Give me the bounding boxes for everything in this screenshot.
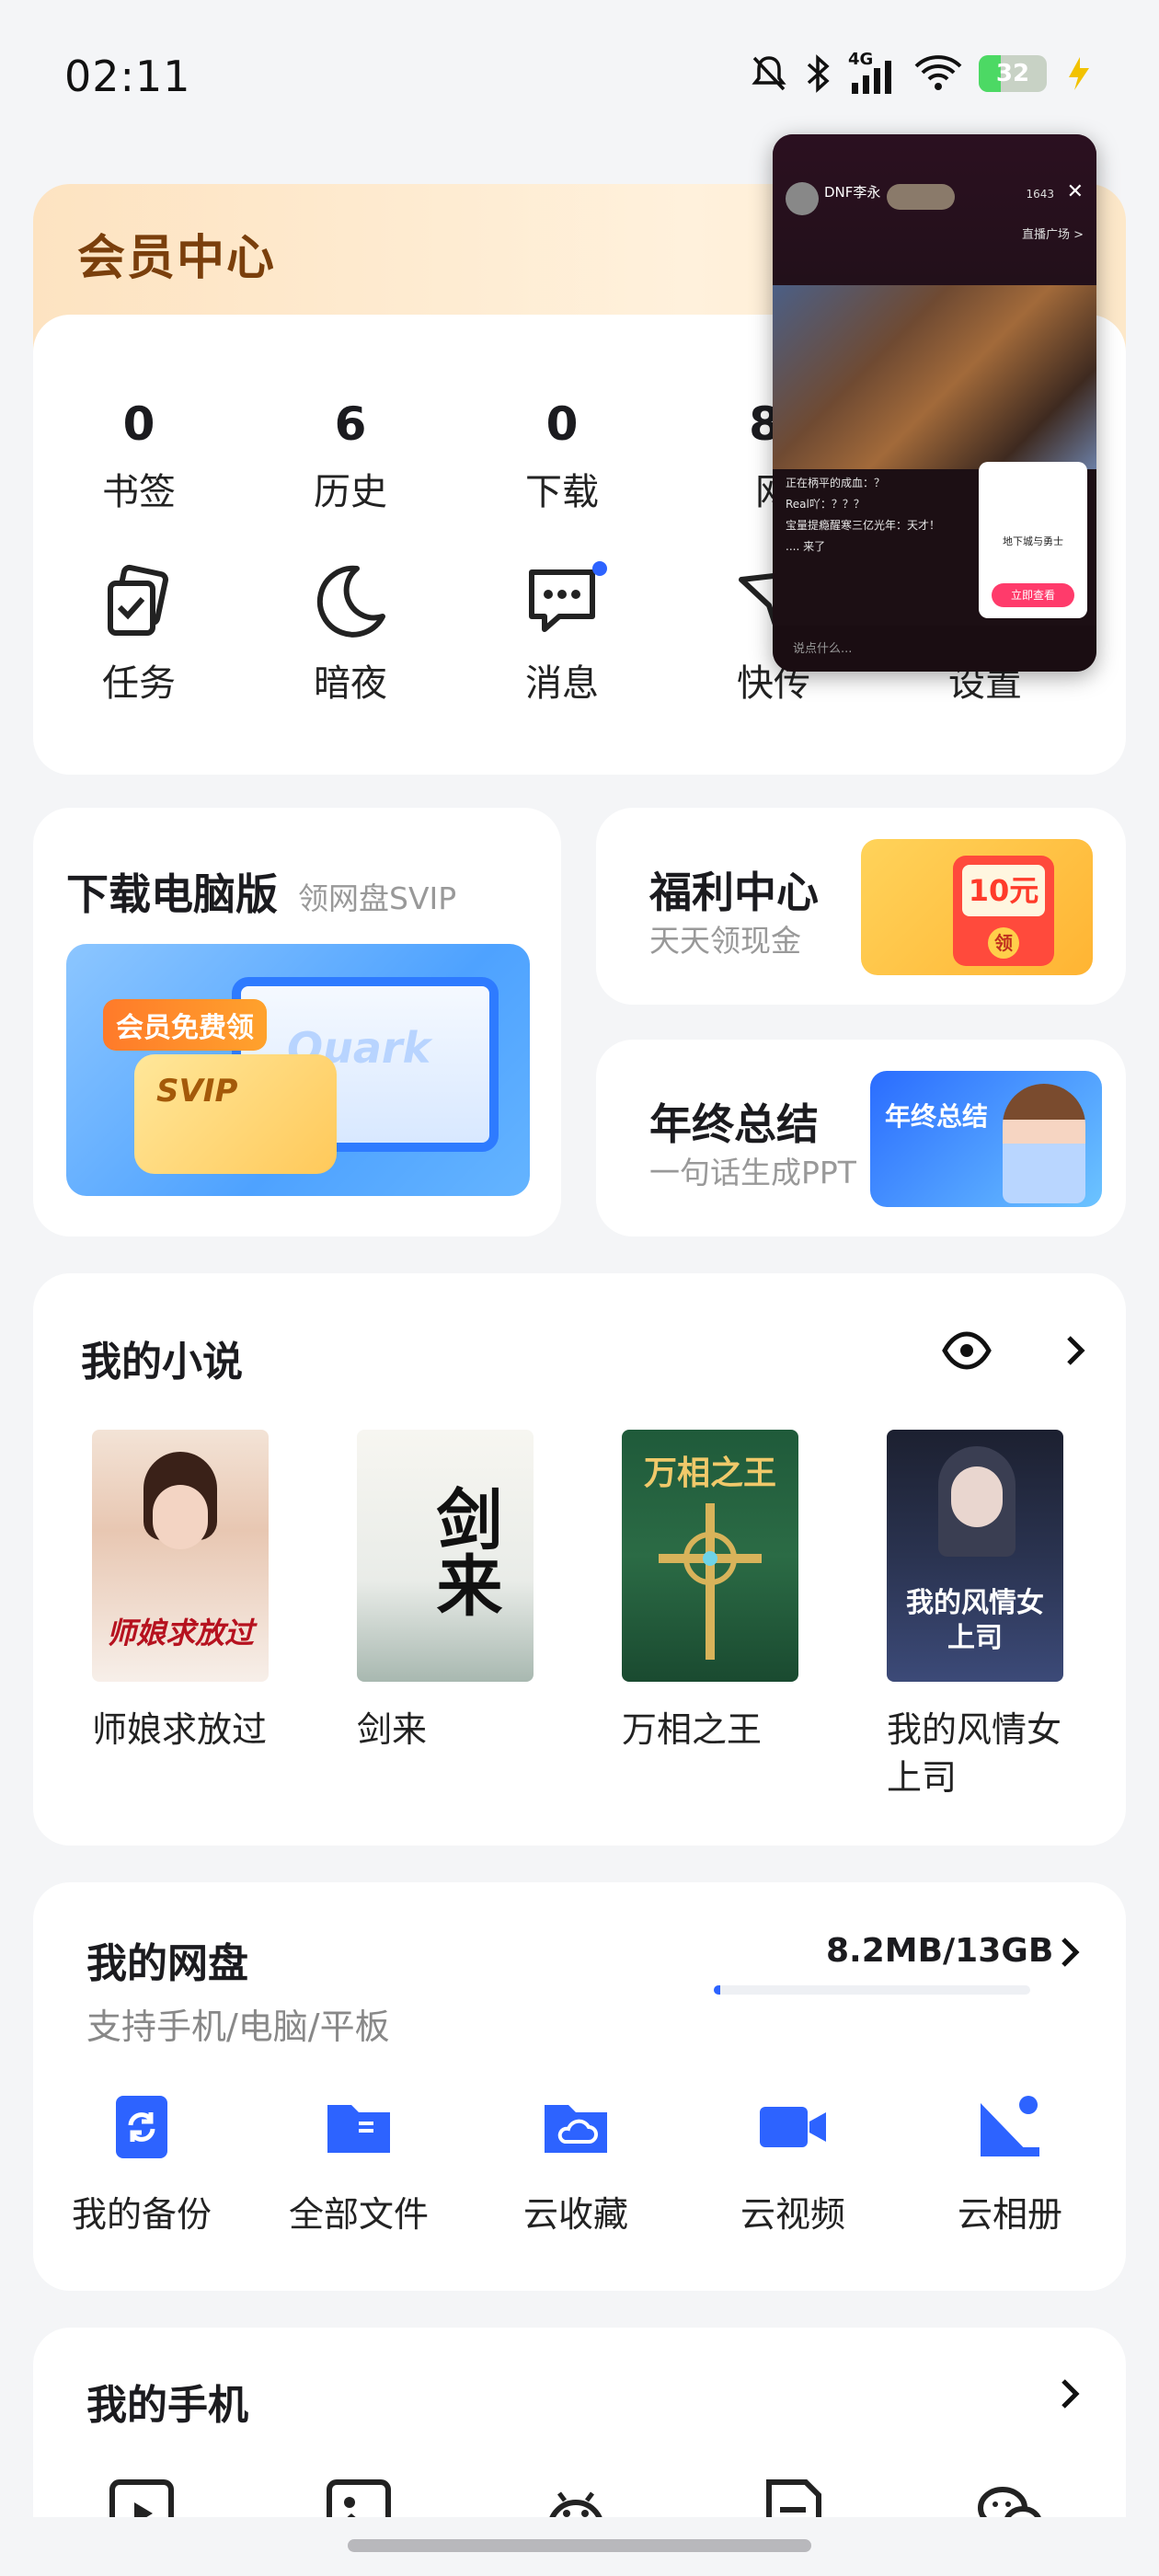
annual-summary-subtitle: 一句话生成PPT	[649, 1155, 856, 1190]
redpack-label: 领	[988, 927, 1019, 959]
stat-history[interactable]: 6 历史	[245, 397, 456, 515]
my-cloud-disk-section: 我的网盘 支持手机/电脑/平板 8.2MB/13GB 我的备份 全部文件 云收藏…	[33, 1882, 1126, 2291]
live-input-bar[interactable]: 说点什么...	[773, 626, 1096, 672]
my-novels-title: 我的小说	[81, 1339, 243, 1386]
welfare-title: 福利中心	[649, 868, 819, 917]
novel-title: 剑来	[357, 1709, 428, 1750]
annual-summary-illustration: 年终总结	[870, 1071, 1102, 1207]
novel-cover: 师娘求放过	[92, 1430, 269, 1682]
tool-dark-mode[interactable]: 暗夜	[245, 561, 456, 707]
message-icon	[529, 569, 595, 632]
video-camera-icon	[760, 2107, 826, 2147]
stat-bookmarks[interactable]: 0 书签	[33, 397, 245, 515]
ad-view-button[interactable]: 立即查看	[992, 583, 1074, 607]
cross-emblem	[659, 1503, 762, 1660]
download-desktop-illustration: Quark SVIP 会员免费领	[66, 944, 530, 1196]
chevron-right-icon[interactable]	[1054, 1934, 1085, 1971]
status-time: 02:11	[64, 52, 191, 101]
status-bar: 02:11 4G 32	[0, 0, 1159, 156]
my-novels-section: 我的小说 师娘求放过 师娘求放过 剑来 剑来 万相之王 万相之王 我的风情女上司…	[33, 1273, 1126, 1846]
backup-icon	[116, 2096, 167, 2158]
game-video-frame[interactable]	[773, 285, 1096, 469]
novel-item[interactable]: 我的风情女上司 我的风情女上司	[887, 1430, 1063, 1801]
unread-dot	[592, 561, 607, 576]
viewer-count: 1643	[1026, 188, 1054, 201]
tool-messages[interactable]: 消息	[456, 561, 668, 707]
member-center-title: 会员中心	[77, 231, 277, 286]
moon-icon	[316, 565, 385, 638]
novel-title: 万相之王	[622, 1709, 763, 1750]
streamer-avatar[interactable]	[786, 182, 819, 215]
stat-downloads[interactable]: 0 下载	[456, 397, 668, 515]
mute-icon	[752, 56, 786, 91]
live-header: DNF李永 1643 ✕ 直播广场 >	[773, 134, 1096, 285]
follow-pill[interactable]	[887, 184, 955, 210]
album-icon	[981, 2096, 1039, 2156]
free-vip-tag: 会员免费领	[103, 999, 267, 1051]
annual-summary-card[interactable]: 年终总结 一句话生成PPT 年终总结	[596, 1040, 1126, 1236]
live-plaza-link[interactable]: 直播广场 >	[1022, 224, 1084, 242]
charging-icon	[1069, 57, 1089, 90]
signal-icon: 4G	[848, 50, 898, 94]
chevron-right-icon[interactable]	[1060, 1332, 1091, 1369]
novel-item[interactable]: 师娘求放过 师娘求放过	[92, 1430, 269, 1754]
cloud-folder-icon	[545, 2105, 607, 2153]
backup-shortcut[interactable]: 我的备份	[33, 2090, 250, 2237]
my-phone-title[interactable]: 我的手机	[86, 2372, 248, 2431]
novel-cover: 我的风情女上司	[887, 1430, 1063, 1682]
annual-summary-title: 年终总结	[649, 1099, 819, 1149]
bluetooth-icon	[807, 54, 830, 93]
wifi-icon	[914, 55, 962, 90]
welfare-subtitle: 天天领现金	[649, 923, 801, 959]
tool-task[interactable]: 任务	[33, 561, 245, 707]
folder-icon	[327, 2105, 390, 2153]
cloud-disk-shortcuts: 我的备份 全部文件 云收藏 云视频 云相册	[33, 2090, 1126, 2237]
download-desktop-title: 下载电脑版	[66, 869, 278, 919]
novel-item[interactable]: 剑来 剑来	[357, 1430, 534, 1754]
svip-card-illustration: SVIP	[134, 1054, 337, 1174]
cloud-video-shortcut[interactable]: 云视频	[684, 2090, 901, 2237]
cloud-disk-subtitle: 支持手机/电脑/平板	[86, 2007, 390, 2047]
task-icon	[108, 564, 168, 636]
cloud-favorites-shortcut[interactable]: 云收藏	[467, 2090, 684, 2237]
eye-icon[interactable]	[942, 1330, 992, 1371]
live-ad-card[interactable]: 地下城与勇士 立即查看	[979, 462, 1087, 618]
avatar-illustration	[1003, 1084, 1085, 1203]
welfare-center-card[interactable]: 福利中心 天天领现金 10元 领	[596, 808, 1126, 1005]
download-desktop-subtitle: 领网盘SVIP	[298, 880, 457, 916]
novel-cover: 万相之王	[622, 1430, 798, 1682]
streamer-name: DNF李永	[824, 184, 881, 201]
novel-title: 师娘求放过	[92, 1709, 268, 1750]
red-packet-illustration: 10元 领	[861, 839, 1093, 975]
storage-usage: 8.2MB/13GB	[826, 1932, 1054, 1970]
novel-cover: 剑来	[357, 1430, 534, 1682]
cash-amount: 10元	[962, 865, 1045, 916]
close-icon[interactable]: ✕	[1067, 180, 1084, 203]
all-files-shortcut[interactable]: 全部文件	[250, 2090, 467, 2237]
floating-live-video[interactable]: DNF李永 1643 ✕ 直播广场 > 正在柄平的成血：？ Real吖：？？？ …	[773, 134, 1096, 672]
battery-indicator: 32	[979, 55, 1047, 92]
cloud-album-shortcut[interactable]: 云相册	[901, 2090, 1119, 2237]
home-indicator[interactable]	[348, 2539, 811, 2552]
novel-item[interactable]: 万相之王 万相之王	[622, 1430, 798, 1754]
status-icons: 4G 32	[751, 50, 1095, 94]
download-desktop-card[interactable]: 下载电脑版 领网盘SVIP Quark SVIP 会员免费领	[33, 808, 561, 1236]
cloud-disk-title[interactable]: 我的网盘	[86, 1930, 248, 1989]
chevron-right-icon[interactable]	[1054, 2375, 1085, 2412]
novel-title: 我的风情女上司	[887, 1709, 1062, 1798]
storage-progress	[714, 1985, 1030, 1995]
